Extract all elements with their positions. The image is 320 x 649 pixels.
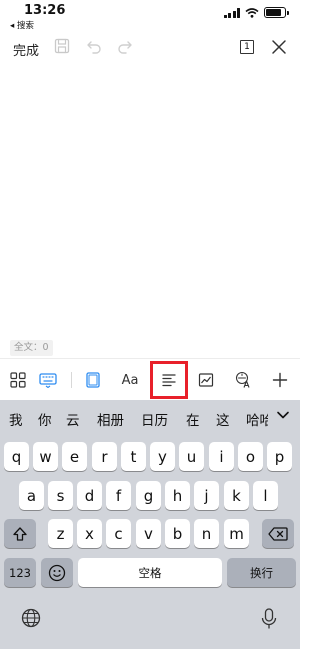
candidate-word[interactable]: 云 — [66, 409, 80, 429]
format-toolbar: Aa — [0, 358, 300, 400]
key-letter[interactable]: n — [194, 519, 219, 548]
apps-grid-button[interactable] — [6, 369, 30, 391]
candidate-word[interactable]: 日历 — [141, 409, 168, 429]
key-letter[interactable]: c — [106, 519, 131, 548]
translate-button[interactable] — [231, 369, 255, 391]
candidate-word[interactable]: 相册 — [97, 409, 124, 429]
insert-more-button[interactable] — [268, 369, 292, 391]
key-letter[interactable]: d — [77, 481, 102, 510]
key-letter[interactable]: m — [224, 519, 249, 548]
font-style-icon: Aa — [121, 372, 139, 388]
candidate-word[interactable]: 这 — [216, 409, 230, 429]
backspace-icon — [268, 526, 288, 541]
emoji-icon — [48, 564, 66, 581]
key-letter[interactable]: w — [33, 442, 58, 471]
key-letter[interactable]: p — [267, 442, 292, 471]
numbers-key[interactable]: 123 — [4, 558, 36, 587]
key-letter[interactable]: k — [224, 481, 249, 510]
plus-icon — [272, 372, 288, 388]
insert-chart-button[interactable] — [194, 369, 218, 391]
undo-icon[interactable] — [86, 38, 102, 54]
key-letter[interactable]: e — [62, 442, 87, 471]
key-letter[interactable]: r — [92, 442, 117, 471]
shift-icon — [13, 526, 27, 541]
key-letter[interactable]: y — [150, 442, 175, 471]
software-keyboard: q w e r t y u i o p a s d f g h j k l z … — [0, 434, 300, 649]
key-letter[interactable]: f — [106, 481, 131, 510]
selected-tool-highlight — [150, 361, 188, 399]
signal-icon — [223, 7, 240, 18]
font-style-button[interactable]: Aa — [118, 369, 142, 391]
translate-icon — [235, 371, 250, 388]
candidate-word[interactable]: 哈哈 — [246, 409, 268, 429]
key-letter[interactable]: x — [77, 519, 102, 548]
chevron-down-icon[interactable] — [274, 406, 292, 424]
battery-icon — [264, 7, 289, 18]
page-count-button[interactable]: 1 — [240, 40, 254, 54]
chart-icon — [198, 373, 214, 387]
page-layout-button[interactable] — [81, 369, 105, 391]
key-letter[interactable]: b — [165, 519, 190, 548]
status-bar: 13:26 ◂ 搜索 — [0, 0, 300, 32]
toolbar-separator — [71, 372, 72, 388]
key-letter[interactable]: j — [194, 481, 219, 510]
save-icon[interactable] — [54, 38, 70, 54]
candidate-word[interactable]: 你 — [38, 409, 52, 429]
ime-candidate-bar: 我 你 云 相册 日历 在 这 哈哈 — [0, 400, 300, 434]
key-letter[interactable]: z — [48, 519, 73, 548]
status-icons — [223, 7, 289, 18]
key-letter[interactable]: l — [253, 481, 278, 510]
key-letter[interactable]: o — [238, 442, 263, 471]
redo-icon[interactable] — [117, 38, 133, 54]
return-key[interactable]: 换行 — [227, 558, 296, 587]
key-letter[interactable]: i — [209, 442, 234, 471]
apps-grid-icon — [10, 372, 26, 388]
key-letter[interactable]: q — [4, 442, 29, 471]
candidate-word[interactable]: 在 — [186, 409, 200, 429]
done-button[interactable]: 完成 — [13, 40, 39, 59]
shift-key[interactable] — [4, 519, 36, 548]
key-letter[interactable]: a — [19, 481, 44, 510]
space-key[interactable]: 空格 — [78, 558, 222, 587]
keyboard-icon — [39, 373, 57, 388]
status-time: 13:26 — [24, 3, 66, 18]
document-editor[interactable] — [0, 62, 300, 340]
key-letter[interactable]: t — [121, 442, 146, 471]
wifi-icon — [245, 7, 259, 18]
page-layout-icon — [86, 372, 100, 388]
key-letter[interactable]: h — [165, 481, 190, 510]
emoji-key[interactable] — [41, 558, 73, 587]
key-letter[interactable]: v — [136, 519, 161, 548]
editor-top-toolbar: 完成 1 — [0, 32, 300, 62]
page-count-value: 1 — [244, 42, 250, 52]
backspace-key[interactable] — [262, 519, 294, 548]
key-letter[interactable]: u — [179, 442, 204, 471]
keyboard-toggle-button[interactable] — [36, 369, 60, 391]
key-letter[interactable]: g — [136, 481, 161, 510]
globe-icon[interactable] — [21, 608, 41, 628]
back-to-app-link[interactable]: ◂ 搜索 — [10, 19, 34, 31]
key-letter[interactable]: s — [48, 481, 73, 510]
close-icon[interactable] — [271, 39, 287, 55]
microphone-icon[interactable] — [260, 608, 278, 630]
candidate-word[interactable]: 我 — [9, 409, 23, 429]
word-count-badge: 全文：0 — [10, 340, 53, 356]
